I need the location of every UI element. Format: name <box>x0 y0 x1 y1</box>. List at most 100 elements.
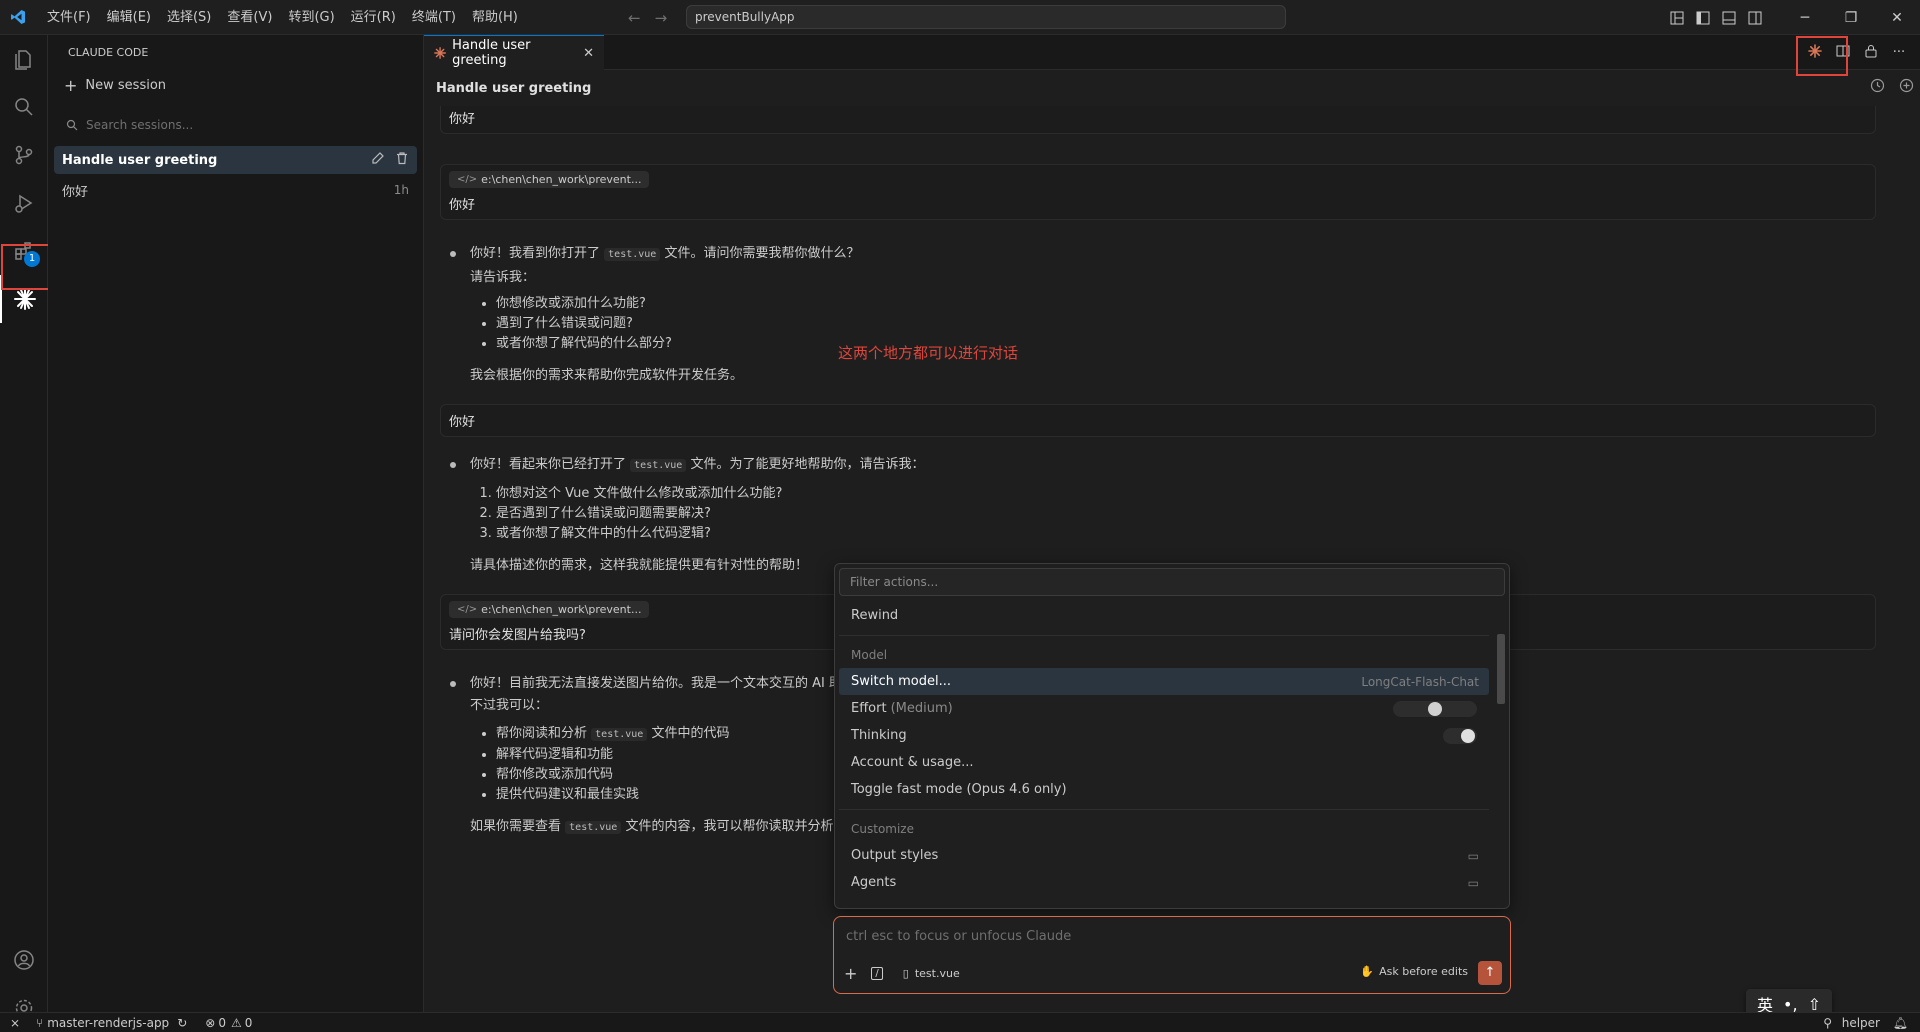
output-styles-action[interactable]: Output styles ▭ <box>839 842 1489 869</box>
claude-spark-icon <box>434 47 446 59</box>
inline-code: test.vue <box>565 821 622 834</box>
annotation-highlight-top <box>1796 36 1848 76</box>
run-debug-icon[interactable] <box>0 179 48 227</box>
mode-label: Ask before edits <box>1379 965 1468 978</box>
rewind-action[interactable]: Rewind <box>839 602 1489 629</box>
menu-help[interactable]: 帮助(H) <box>464 0 526 35</box>
filter-actions-input[interactable]: Filter actions... <box>839 568 1505 596</box>
assistant-message: 你好！我看到你打开了 test.vue 文件。请问你需要我帮你做什么？ 请告诉我… <box>440 244 1876 386</box>
user-message: </> e:\chen\chen_work\prevent... 你好 <box>440 164 1876 220</box>
branch-name[interactable]: master-renderjs-app <box>47 1016 169 1030</box>
forward-arrow-icon[interactable]: → <box>655 9 668 27</box>
agents-action[interactable]: Agents ▭ <box>839 869 1489 896</box>
close-window-icon[interactable]: ✕ <box>1874 0 1920 35</box>
window-controls: ─ ❐ ✕ <box>1664 0 1920 35</box>
new-session-button[interactable]: + New session <box>48 70 423 100</box>
attached-file[interactable]: test.vue <box>915 967 960 980</box>
delete-trash-icon[interactable] <box>395 151 409 165</box>
switch-model-action[interactable]: Switch model... LongCat-Flash-Chat <box>839 668 1489 695</box>
send-button[interactable]: ↑ <box>1478 961 1502 985</box>
session-item-title: Handle user greeting <box>62 152 218 168</box>
popup-scrollbar[interactable] <box>1497 604 1505 904</box>
session-search-input[interactable]: Search sessions... <box>56 112 415 138</box>
add-attachment-icon[interactable]: + <box>844 964 857 983</box>
menu-edit[interactable]: 编辑(E) <box>99 0 159 35</box>
input-toolbar: + / ▯ test.vue ✋ Ask before edits ↑ <box>844 961 1502 985</box>
list-item-text: 帮你阅读和分析 <box>496 726 588 741</box>
account-usage-action[interactable]: Account & usage... <box>839 749 1489 776</box>
explorer-icon[interactable] <box>0 35 48 83</box>
menu-go[interactable]: 转到(G) <box>280 0 342 35</box>
account-icon[interactable] <box>0 936 48 984</box>
slash-command-icon[interactable]: / <box>871 966 883 980</box>
file-context-chip[interactable]: </> e:\chen\chen_work\prevent... <box>449 601 650 618</box>
restore-icon[interactable]: ❐ <box>1828 0 1874 35</box>
assistant-text: 我会根据你的需求来帮助你完成软件开发任务。 <box>470 368 744 383</box>
assistant-message: 你好！看起来你已经打开了 test.vue 文件。为了能更好地帮助你，请告诉我：… <box>440 455 1876 576</box>
panel-title: Handle user greeting <box>436 80 592 96</box>
back-arrow-icon[interactable]: ← <box>628 9 641 27</box>
annotation-text: 这两个地方都可以进行对话 <box>838 344 1019 362</box>
sync-icon[interactable]: ↻ <box>177 1016 187 1030</box>
menu-bar: 文件(F) 编辑(E) 选择(S) 查看(V) 转到(G) 运行(R) 终端(T… <box>39 0 526 35</box>
thinking-toggle[interactable] <box>1443 727 1477 744</box>
session-item[interactable]: 你好 1h <box>54 176 417 204</box>
assistant-text: 如果你需要查看 <box>470 819 562 834</box>
search-icon[interactable] <box>0 83 48 131</box>
menu-file[interactable]: 文件(F) <box>39 0 99 35</box>
list-item: 或者你想了解文件中的什么代码逻辑? <box>496 524 1876 544</box>
file-icon: ▯ <box>902 966 909 980</box>
terminal-icon: ▭ <box>1467 848 1479 863</box>
scrollbar-thumb[interactable] <box>1497 634 1505 704</box>
chat-input[interactable]: ctrl esc to focus or unfocus Claude + / … <box>833 916 1511 994</box>
notification-bell-icon[interactable]: 🔔︎ <box>1893 1016 1908 1030</box>
toggle-secondary-sidebar-icon[interactable] <box>1742 0 1768 35</box>
warning-count[interactable]: 0 <box>245 1016 253 1030</box>
file-chip-path: e:\chen\chen_work\prevent... <box>481 173 642 186</box>
slider-knob[interactable] <box>1428 701 1442 716</box>
ime-punctuation-icon: •, <box>1783 994 1798 1014</box>
tab-close-icon[interactable]: ✕ <box>583 46 594 61</box>
tab-handle-user-greeting[interactable]: Handle user greeting ✕ <box>424 35 604 70</box>
source-control-icon[interactable] <box>0 131 48 179</box>
thinking-action[interactable]: Thinking <box>839 722 1489 749</box>
lock-icon[interactable] <box>1860 44 1882 62</box>
menu-terminal[interactable]: 终端(T) <box>404 0 464 35</box>
minimize-icon[interactable]: ─ <box>1782 0 1828 35</box>
list-item: 或者你想了解代码的什么部分? <box>496 334 1876 354</box>
action-label: Account & usage... <box>851 755 974 770</box>
tab-bar: Handle user greeting ✕ ··· <box>424 35 1920 70</box>
effort-action[interactable]: Effort (Medium) <box>839 695 1489 722</box>
user-message: 你好 <box>440 404 1876 437</box>
customize-layout-icon[interactable] <box>1664 0 1690 35</box>
file-context-chip[interactable]: </> e:\chen\chen_work\prevent... <box>449 171 650 188</box>
command-center-search[interactable]: preventBullyApp <box>686 5 1286 29</box>
assistant-text: 文件的内容，我可以帮你读取并分析 <box>625 819 834 834</box>
menu-selection[interactable]: 选择(S) <box>159 0 219 35</box>
effort-slider[interactable] <box>1393 700 1477 717</box>
assistant-text: 文件。请问你需要我帮你做什么？ <box>664 246 860 261</box>
toggle-sidebar-icon[interactable] <box>1690 0 1716 35</box>
error-count[interactable]: 0 <box>218 1016 226 1030</box>
search-icon <box>66 119 78 131</box>
tab-label: Handle user greeting <box>452 38 531 68</box>
user-message-text: 你好 <box>449 415 476 430</box>
toggle-knob <box>1461 728 1475 743</box>
new-chat-icon[interactable] <box>1899 78 1914 93</box>
helper-label[interactable]: helper <box>1842 1016 1880 1030</box>
remote-icon[interactable]: ⨯ <box>0 1016 30 1030</box>
history-clock-icon[interactable] <box>1870 78 1885 93</box>
terminal-icon: ▭ <box>1467 875 1479 890</box>
edit-pencil-icon[interactable] <box>371 151 385 165</box>
helper-icon: ⚲ <box>1823 1015 1832 1030</box>
bullet-dot-icon <box>450 251 456 257</box>
toggle-panel-icon[interactable] <box>1716 0 1742 35</box>
session-item-active[interactable]: Handle user greeting <box>54 146 417 174</box>
branch-icon: ⑂ <box>36 1015 44 1030</box>
more-actions-icon[interactable]: ··· <box>1888 45 1910 60</box>
menu-view[interactable]: 查看(V) <box>219 0 280 35</box>
menu-run[interactable]: 运行(R) <box>343 0 404 35</box>
hand-icon: ✋ <box>1360 965 1375 978</box>
fast-mode-action[interactable]: Toggle fast mode (Opus 4.6 only) <box>839 776 1489 803</box>
ask-before-edits-toggle[interactable]: ✋ Ask before edits <box>1360 965 1468 978</box>
